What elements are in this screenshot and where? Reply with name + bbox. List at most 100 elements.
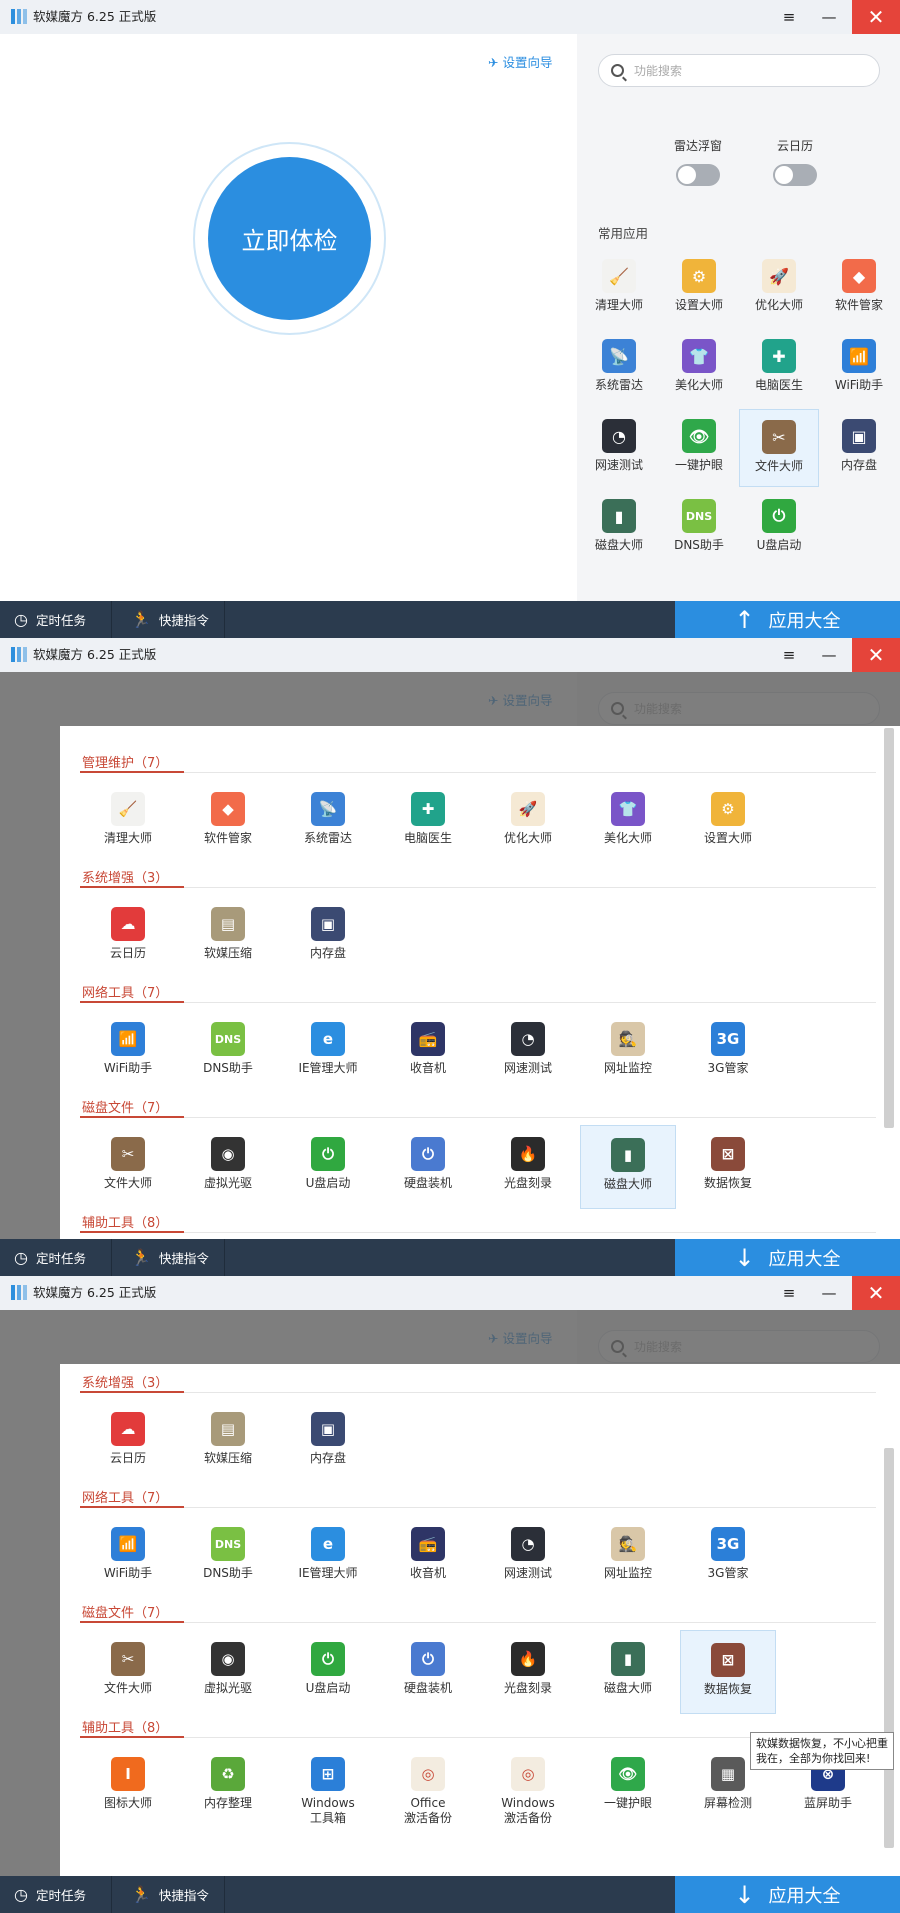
timer-task-button[interactable]: ◷ 定时任务 xyxy=(0,1239,112,1276)
rocket-icon: 🚀 xyxy=(511,792,545,826)
app-item[interactable]: ◉ 虚拟光驱 xyxy=(180,1630,276,1714)
app-item[interactable]: 📶 WiFi助手 xyxy=(80,1010,176,1094)
app-item[interactable]: ◔ 网速测试 xyxy=(579,409,659,487)
app-item[interactable]: DNS DNS助手 xyxy=(659,489,739,567)
app-item[interactable]: ♻ 内存整理 xyxy=(180,1745,276,1829)
app-item[interactable]: 3G 3G管家 xyxy=(680,1010,776,1094)
app-item[interactable]: ▤ 软媒压缩 xyxy=(180,895,276,979)
all-apps-button[interactable]: ↑ 应用大全 xyxy=(675,601,900,638)
search-input[interactable]: 功能搜索 xyxy=(598,54,880,87)
app-item[interactable]: 📡 系统雷达 xyxy=(280,780,376,864)
app-item[interactable]: ⏻ U盘启动 xyxy=(280,1125,376,1209)
app-item[interactable]: ▤ 软媒压缩 xyxy=(180,1400,276,1484)
app-item[interactable]: ◔ 网速测试 xyxy=(480,1515,576,1599)
app-item[interactable]: ☁ 云日历 xyxy=(80,1400,176,1484)
app-item[interactable]: ▣ 内存盘 xyxy=(280,895,376,979)
quick-command-button[interactable]: 🏃 快捷指令 xyxy=(113,1876,225,1913)
app-item[interactable]: ▮ 磁盘大师 xyxy=(579,489,659,567)
app-item[interactable]: ✂ 文件大师 xyxy=(80,1630,176,1714)
app-item[interactable]: 🔥 光盘刻录 xyxy=(480,1630,576,1714)
app-label: 文件大师 xyxy=(103,1176,152,1190)
app-item[interactable]: 🧹 清理大师 xyxy=(80,780,176,864)
app-item[interactable]: ⊞ Windows 工具箱 xyxy=(280,1745,376,1829)
app-item[interactable]: 🕵 网址监控 xyxy=(580,1515,676,1599)
app-item[interactable]: ⏻ U盘启动 xyxy=(280,1630,376,1714)
app-item[interactable]: ⚙ 设置大师 xyxy=(680,780,776,864)
app-item[interactable]: ◔ 网速测试 xyxy=(480,1010,576,1094)
app-item[interactable]: 📻 收音机 xyxy=(380,1010,476,1094)
usb-icon: ⏻ xyxy=(311,1642,345,1676)
menu-icon[interactable]: ≡ xyxy=(770,0,808,34)
app-label: 网速测试 xyxy=(594,458,643,472)
app-item[interactable]: 3G 3G管家 xyxy=(680,1515,776,1599)
minimize-icon[interactable]: — xyxy=(810,0,848,34)
app-item[interactable]: I 图标大师 xyxy=(80,1745,176,1829)
all-apps-button[interactable]: ↓ 应用大全 xyxy=(675,1876,900,1913)
app-item[interactable]: ▮ 磁盘大师 xyxy=(580,1630,676,1714)
app-item[interactable]: ✚ 电脑医生 xyxy=(380,780,476,864)
app-item[interactable]: e IE管理大师 xyxy=(280,1010,376,1094)
app-item[interactable]: ✚ 电脑医生 xyxy=(739,329,819,407)
app-item[interactable]: ⏻ 硬盘装机 xyxy=(380,1125,476,1209)
toggle-0[interactable]: 雷达浮窗 xyxy=(668,137,728,186)
app-item[interactable]: 👁 一键护眼 xyxy=(659,409,739,487)
app-item[interactable]: ▮ 磁盘大师 xyxy=(580,1125,676,1209)
app-item[interactable]: ⏻ U盘启动 xyxy=(739,489,819,567)
app-item[interactable]: 🔥 光盘刻录 xyxy=(480,1125,576,1209)
menu-icon[interactable]: ≡ xyxy=(770,1276,808,1310)
app-item[interactable]: 🕵 网址监控 xyxy=(580,1010,676,1094)
scrollbar[interactable] xyxy=(884,1448,894,1848)
app-item[interactable]: ▣ 内存盘 xyxy=(819,409,899,487)
app-item[interactable]: ⊠ 数据恢复 xyxy=(680,1125,776,1209)
app-item[interactable]: ⊠ 数据恢复 xyxy=(680,1630,776,1714)
settings-guide-link[interactable]: ✈ 设置向导 xyxy=(488,52,552,71)
app-item[interactable]: 📶 WiFi助手 xyxy=(80,1515,176,1599)
app-label: IE管理大师 xyxy=(298,1566,358,1580)
toggle-switch[interactable] xyxy=(676,164,720,186)
app-item[interactable]: ◆ 软件管家 xyxy=(819,249,899,327)
app-item[interactable]: 📡 系统雷达 xyxy=(579,329,659,407)
app-item[interactable]: DNS DNS助手 xyxy=(180,1010,276,1094)
app-item[interactable]: ◉ 虚拟光驱 xyxy=(180,1125,276,1209)
monitor-icon: ▦ xyxy=(711,1757,745,1791)
office-icon: ◎ xyxy=(411,1757,445,1791)
toggle-switch[interactable] xyxy=(773,164,817,186)
app-item[interactable]: ◆ 软件管家 xyxy=(180,780,276,864)
app-item[interactable]: e IE管理大师 xyxy=(280,1515,376,1599)
app-item[interactable]: ⚙ 设置大师 xyxy=(659,249,739,327)
menu-icon[interactable]: ≡ xyxy=(770,638,808,672)
app-item[interactable]: 👁 一键护眼 xyxy=(580,1745,676,1829)
app-item[interactable]: ◎ Office 激活备份 xyxy=(380,1745,476,1829)
close-icon[interactable]: ✕ xyxy=(852,0,900,34)
app-item[interactable]: 📶 WiFi助手 xyxy=(819,329,899,407)
section-underline xyxy=(80,1001,184,1003)
app-item[interactable]: ◎ Windows 激活备份 xyxy=(480,1745,576,1829)
app-item[interactable]: 🧹 清理大师 xyxy=(579,249,659,327)
quick-command-button[interactable]: 🏃 快捷指令 xyxy=(113,1239,225,1276)
app-label: 收音机 xyxy=(409,1061,446,1075)
app-item[interactable]: ✂ 文件大师 xyxy=(80,1125,176,1209)
speedometer-icon: ◔ xyxy=(602,419,636,453)
close-icon[interactable]: ✕ xyxy=(852,638,900,672)
arrow-down-icon: ↓ xyxy=(734,1243,755,1272)
app-item[interactable]: 🚀 优化大师 xyxy=(480,780,576,864)
timer-task-button[interactable]: ◷ 定时任务 xyxy=(0,1876,112,1913)
toggle-1[interactable]: 云日历 xyxy=(765,137,825,186)
close-icon[interactable]: ✕ xyxy=(852,1276,900,1310)
app-item[interactable]: 🚀 优化大师 xyxy=(739,249,819,327)
app-item[interactable]: ▣ 内存盘 xyxy=(280,1400,376,1484)
all-apps-button[interactable]: ↓ 应用大全 xyxy=(675,1239,900,1276)
app-item[interactable]: ⏻ 硬盘装机 xyxy=(380,1630,476,1714)
check-button[interactable]: 立即体检 xyxy=(208,157,371,320)
app-item[interactable]: 👕 美化大师 xyxy=(580,780,676,864)
app-item[interactable]: 📻 收音机 xyxy=(380,1515,476,1599)
timer-task-button[interactable]: ◷ 定时任务 xyxy=(0,601,112,638)
minimize-icon[interactable]: — xyxy=(810,1276,848,1310)
app-item[interactable]: ✂ 文件大师 xyxy=(739,409,819,487)
scrollbar[interactable] xyxy=(884,728,894,1128)
quick-command-button[interactable]: 🏃 快捷指令 xyxy=(113,601,225,638)
app-item[interactable]: ☁ 云日历 xyxy=(80,895,176,979)
app-item[interactable]: 👕 美化大师 xyxy=(659,329,739,407)
minimize-icon[interactable]: — xyxy=(810,638,848,672)
app-item[interactable]: DNS DNS助手 xyxy=(180,1515,276,1599)
